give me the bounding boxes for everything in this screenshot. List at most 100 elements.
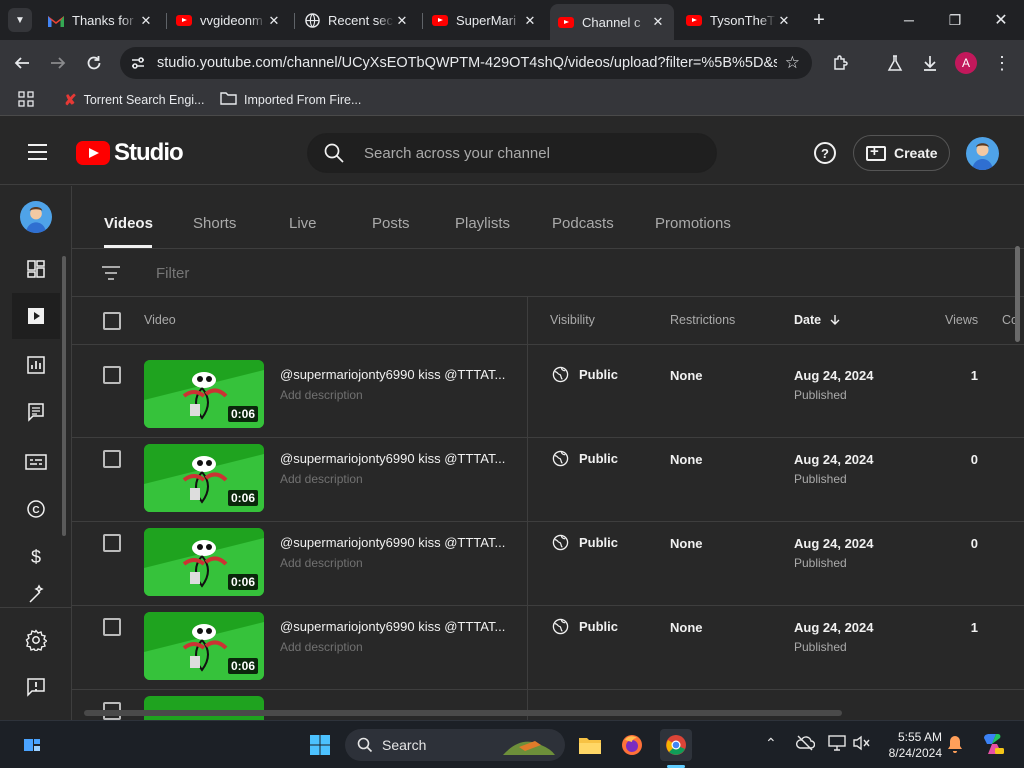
studio-logo[interactable]: Studio [76, 139, 184, 167]
close-icon[interactable]: ✕ [776, 13, 792, 29]
restore-button[interactable]: ❐ [932, 0, 978, 40]
system-clock[interactable]: 5:55 AM 8/24/2024 [878, 729, 942, 761]
bookmark-item[interactable]: ✘ Torrent Search Engi... [64, 91, 204, 109]
content-icon[interactable] [12, 293, 60, 339]
browser-tab[interactable]: Thanks for ✕ [40, 7, 162, 34]
close-icon[interactable]: ✕ [394, 13, 410, 29]
row-checkbox[interactable] [103, 450, 121, 468]
forward-button[interactable] [46, 51, 70, 75]
account-avatar[interactable] [966, 137, 999, 170]
firefox-icon[interactable] [616, 729, 648, 761]
video-description[interactable]: Add description [280, 472, 363, 486]
filter-bar[interactable]: Filter [72, 249, 1024, 297]
table-row[interactable]: 0:06 @supermariojonty6990 kiss @TTTAT...… [72, 522, 1024, 606]
profile-button[interactable]: A [954, 51, 978, 75]
chrome-icon[interactable] [660, 729, 692, 761]
hamburger-menu-icon[interactable] [28, 144, 47, 160]
tab-podcasts[interactable]: Podcasts [552, 215, 614, 232]
filter-input[interactable]: Filter [156, 265, 189, 282]
customization-icon[interactable] [12, 582, 60, 606]
tab-promotions[interactable]: Promotions [655, 215, 731, 232]
tab-videos[interactable]: Videos [104, 215, 153, 232]
video-title[interactable]: @supermariojonty6990 kiss @TTTAT... [280, 535, 505, 550]
video-thumbnail[interactable]: 0:06 [144, 360, 264, 428]
address-bar[interactable]: studio.youtube.com/channel/UCyXsEOTbQWPT… [120, 47, 812, 79]
volume-muted-icon[interactable] [853, 735, 871, 754]
reload-button[interactable] [82, 51, 106, 75]
file-explorer-icon[interactable] [574, 729, 606, 761]
close-icon[interactable]: ✕ [650, 14, 666, 30]
close-icon[interactable]: ✕ [266, 13, 282, 29]
subtitles-icon[interactable] [12, 439, 60, 485]
video-title[interactable]: @supermariojonty6990 kiss @TTTAT... [280, 619, 505, 634]
minimize-button[interactable]: ─ [886, 0, 932, 40]
table-row[interactable]: 0:06 @supermariojonty6990 kiss @TTTAT...… [72, 354, 1024, 438]
column-date[interactable]: Date [794, 313, 841, 327]
table-row[interactable]: 0:06 @supermariojonty6990 kiss @TTTAT...… [72, 438, 1024, 522]
notification-bell-icon[interactable] [947, 735, 963, 756]
horizontal-scrollbar[interactable] [84, 710, 842, 716]
create-button[interactable]: Create [853, 135, 950, 171]
video-thumbnail[interactable]: 0:06 [144, 612, 264, 680]
tab-playlists[interactable]: Playlists [455, 215, 510, 232]
visibility-cell[interactable]: Public [552, 450, 618, 467]
browser-tab[interactable]: SuperMari ✕ [424, 7, 546, 34]
bookmark-folder[interactable]: Imported From Fire... [220, 91, 361, 108]
select-all-checkbox[interactable] [103, 312, 121, 330]
start-button[interactable] [304, 729, 336, 761]
comments-icon[interactable] [12, 389, 60, 435]
row-checkbox[interactable] [103, 366, 121, 384]
vertical-scrollbar[interactable] [1015, 246, 1020, 342]
row-checkbox[interactable] [103, 534, 121, 552]
earn-icon[interactable]: $ [12, 534, 60, 580]
nav-scrollbar[interactable] [62, 256, 66, 536]
column-visibility[interactable]: Visibility [550, 313, 595, 327]
back-button[interactable] [10, 51, 34, 75]
channel-search-box[interactable] [307, 133, 717, 173]
tab-search-button[interactable]: ▼ [8, 8, 32, 32]
row-checkbox[interactable] [103, 618, 121, 636]
browser-tab[interactable]: vvgideonm ✕ [168, 7, 290, 34]
copilot-icon[interactable] [980, 732, 1004, 759]
browser-tab[interactable]: TysonTheT ✕ [678, 7, 800, 34]
video-thumbnail[interactable]: 0:06 [144, 528, 264, 596]
video-thumbnail[interactable] [144, 696, 264, 720]
analytics-icon[interactable] [12, 342, 60, 388]
copyright-icon[interactable]: C [12, 486, 60, 532]
help-icon[interactable]: ? [814, 142, 836, 164]
labs-button[interactable] [883, 51, 907, 75]
widgets-icon[interactable] [16, 729, 48, 761]
tab-posts[interactable]: Posts [372, 215, 410, 232]
video-description[interactable]: Add description [280, 640, 363, 654]
url-text[interactable]: studio.youtube.com/channel/UCyXsEOTbQWPT… [157, 55, 777, 71]
video-title[interactable]: @supermariojonty6990 kiss @TTTAT... [280, 451, 505, 466]
close-icon[interactable]: ✕ [138, 13, 154, 29]
site-info-icon[interactable] [130, 55, 146, 71]
table-row[interactable]: 0:06 @supermariojonty6990 kiss @TTTAT...… [72, 606, 1024, 690]
video-title[interactable]: @supermariojonty6990 kiss @TTTAT... [280, 367, 505, 382]
tab-live[interactable]: Live [289, 215, 317, 232]
filter-icon[interactable] [102, 266, 120, 284]
settings-icon[interactable] [12, 617, 60, 663]
visibility-cell[interactable]: Public [552, 618, 618, 635]
feedback-icon[interactable] [12, 664, 60, 710]
star-icon[interactable]: ☆ [785, 53, 800, 73]
tab-shorts[interactable]: Shorts [193, 215, 236, 232]
column-restrictions[interactable]: Restrictions [670, 313, 735, 327]
video-description[interactable]: Add description [280, 388, 363, 402]
menu-kebab-icon[interactable]: ⋮ [990, 51, 1014, 75]
video-description[interactable]: Add description [280, 556, 363, 570]
search-input[interactable] [364, 134, 704, 172]
taskbar-search[interactable]: Search [345, 729, 565, 761]
browser-tab-active[interactable]: Channel c ✕ [550, 4, 674, 40]
cloud-offline-icon[interactable] [795, 735, 816, 754]
close-icon[interactable]: ✕ [522, 13, 538, 29]
visibility-cell[interactable]: Public [552, 366, 618, 383]
new-tab-button[interactable]: + [807, 8, 831, 32]
close-window-button[interactable]: ✕ [978, 0, 1024, 40]
column-views[interactable]: Views [945, 313, 978, 327]
visibility-cell[interactable]: Public [552, 534, 618, 551]
video-thumbnail[interactable]: 0:06 [144, 444, 264, 512]
extensions-button[interactable] [829, 51, 853, 75]
dashboard-icon[interactable] [12, 246, 60, 292]
